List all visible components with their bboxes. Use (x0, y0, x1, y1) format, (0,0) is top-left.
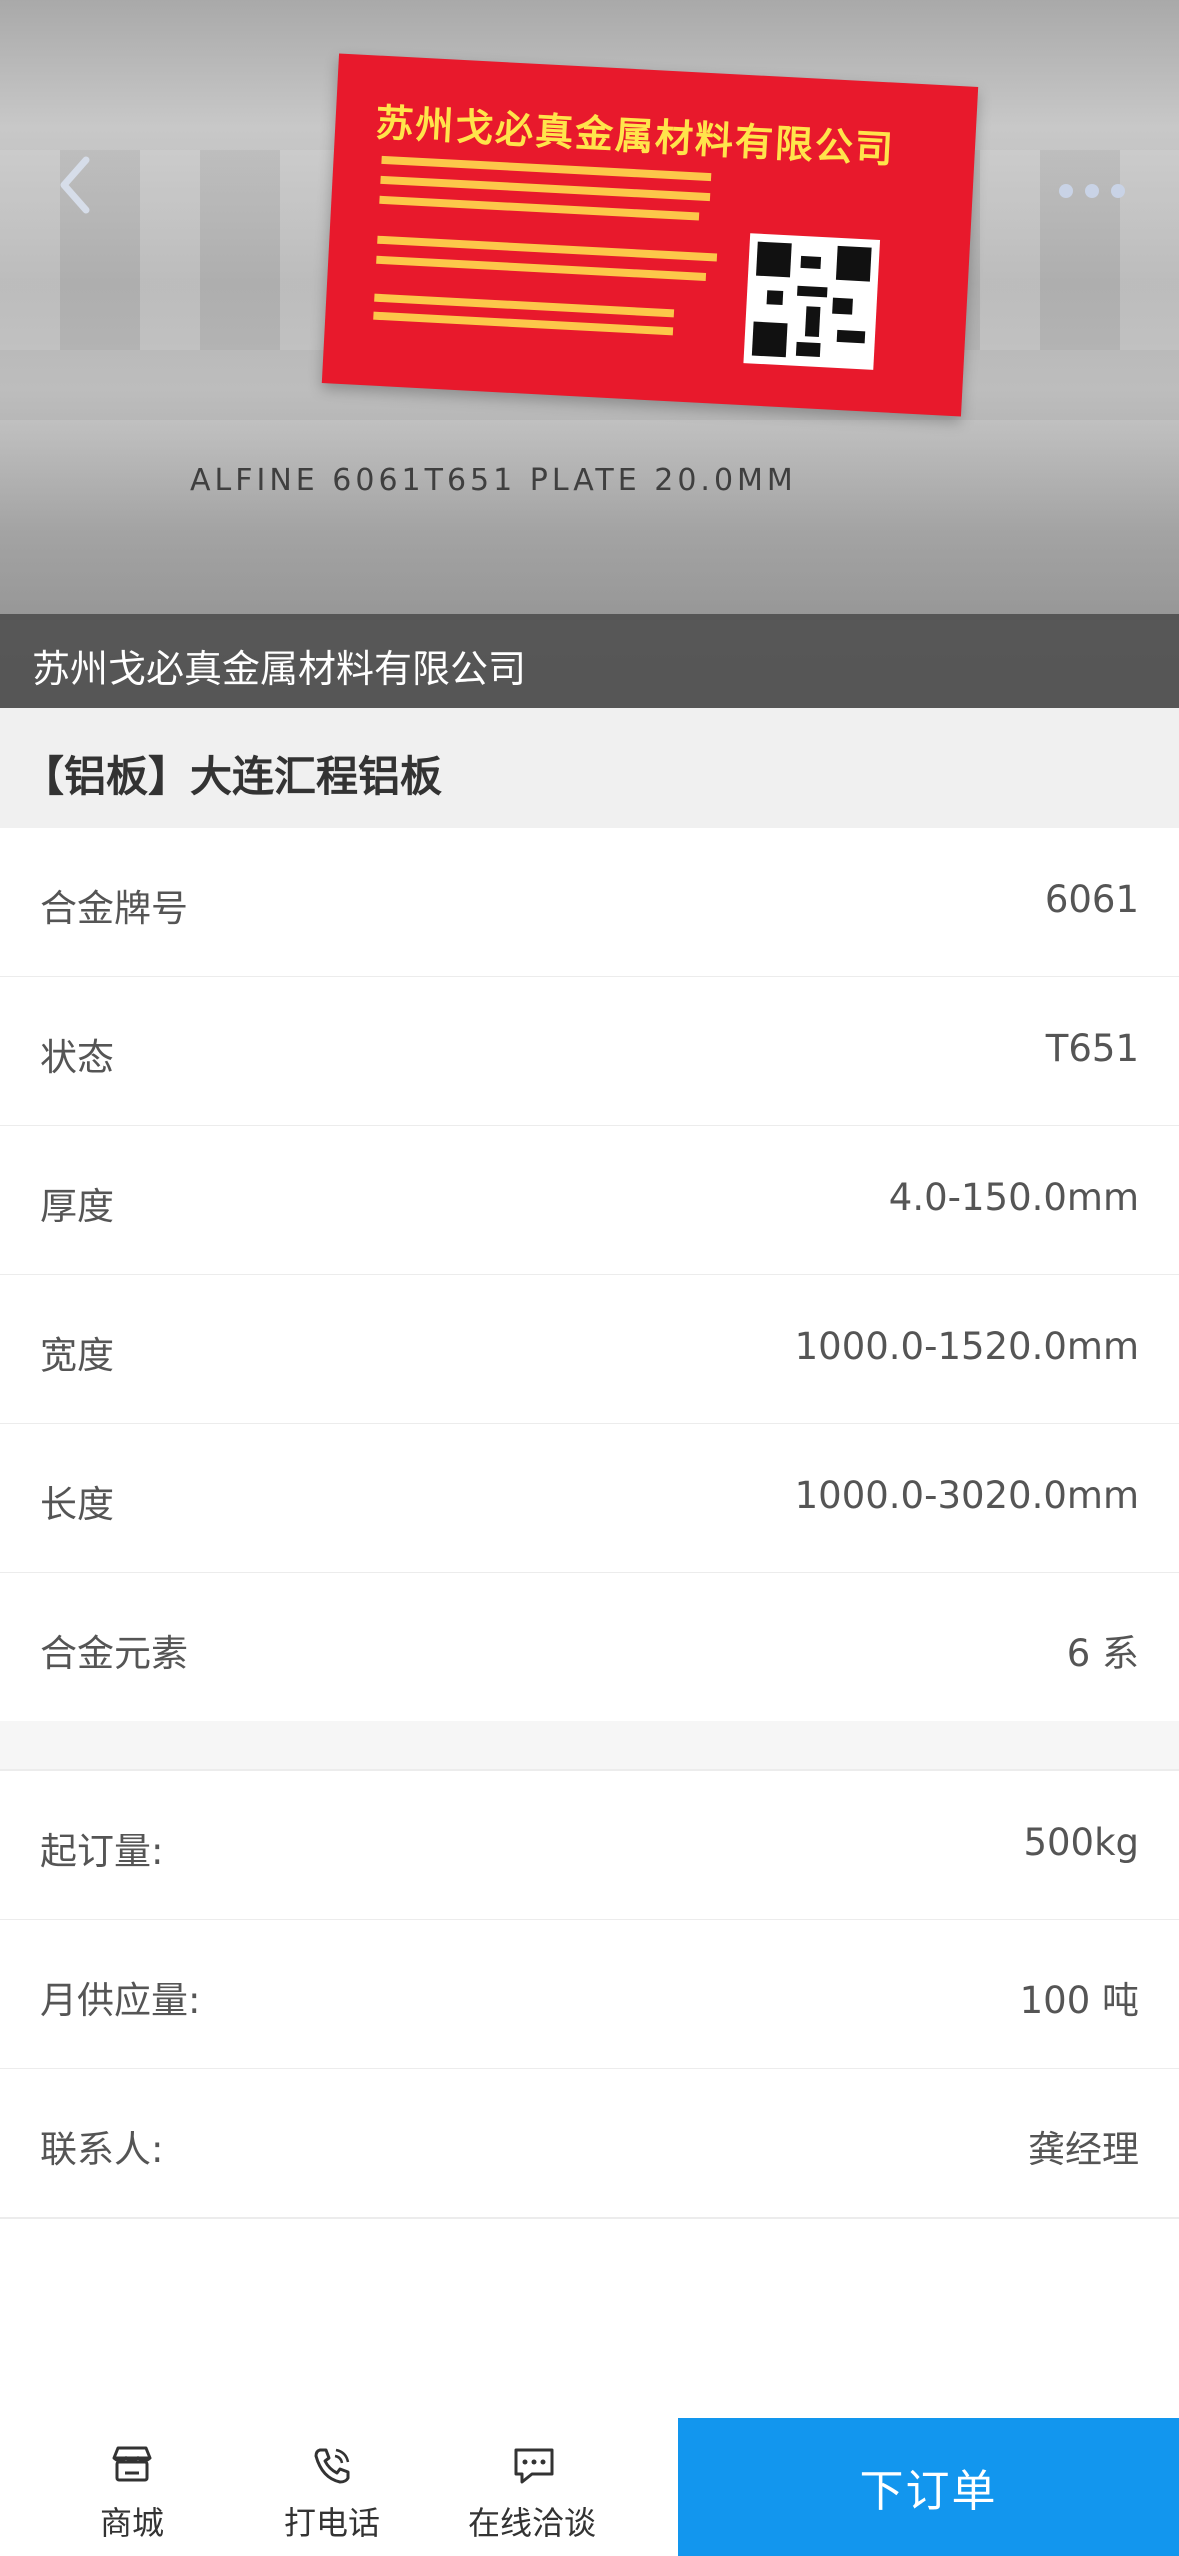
supply-row: 月供应量: 100 吨 (0, 1920, 1179, 2070)
spec-row: 长度 1000.0-3020.0mm (0, 1424, 1179, 1574)
tab-store-label: 商城 (99, 2504, 164, 2542)
card-text-line (380, 175, 711, 202)
spec-row: 状态 T651 (0, 977, 1179, 1127)
supply-value: 500kg (1023, 1821, 1139, 1864)
card-text-line (379, 195, 700, 221)
business-card: 苏州戈必真金属材料有限公司 (321, 53, 979, 417)
more-options-icon[interactable] (1055, 170, 1135, 210)
tab-chat[interactable]: 在线洽谈 (432, 2418, 632, 2556)
spec-label: 状态 (40, 1036, 114, 1079)
supply-value: 龚经理 (1028, 2128, 1139, 2171)
card-text-line (373, 311, 674, 336)
spec-row: 合金牌号 6061 (0, 828, 1179, 978)
spec-label: 宽度 (40, 1334, 114, 1377)
spec-value: T651 (1045, 1027, 1139, 1070)
product-photo: 苏州戈必真金属材料有限公司 ALFINE 6061T651 PLATE 20.0… (0, 0, 1179, 708)
spec-value: 1000.0-1520.0mm (794, 1325, 1139, 1368)
card-text-line (376, 255, 707, 281)
product-title: 【铝板】大连汇程铝板 (22, 752, 443, 801)
section-divider (0, 1721, 1179, 1771)
photo-shading (0, 420, 1179, 620)
spec-label: 合金牌号 (40, 887, 188, 930)
spec-label: 长度 (40, 1483, 114, 1526)
product-title-band: 【铝板】大连汇程铝板 (0, 708, 1179, 828)
place-order-button[interactable]: 下订单 (678, 2418, 1179, 2556)
spec-value: 4.0-150.0mm (888, 1176, 1139, 1219)
spec-row: 合金元素 6 系 (0, 1573, 1179, 1723)
photo-caption-bar: 苏州戈必真金属材料有限公司 (0, 614, 1179, 708)
tab-call-label: 打电话 (283, 2504, 380, 2542)
photo-caption: 苏州戈必真金属材料有限公司 (32, 647, 527, 691)
spec-label: 厚度 (40, 1185, 114, 1228)
supply-value: 100 吨 (1019, 1979, 1139, 2022)
supply-label: 月供应量: (40, 1979, 201, 2022)
tab-call[interactable]: 打电话 (232, 2418, 432, 2556)
tab-store[interactable]: 商城 (32, 2418, 232, 2556)
supply-row: 联系人: 龚经理 (0, 2069, 1179, 2219)
supply-label: 起订量: (40, 1830, 164, 1873)
spec-row: 宽度 1000.0-1520.0mm (0, 1275, 1179, 1425)
spec-row: 厚度 4.0-150.0mm (0, 1126, 1179, 1276)
phone-icon (314, 2448, 350, 2484)
store-icon (112, 2446, 152, 2482)
spec-value: 1000.0-3020.0mm (794, 1474, 1139, 1517)
supply-label: 联系人: (40, 2128, 164, 2171)
spec-value: 6 系 (1066, 1632, 1139, 1675)
back-icon[interactable] (50, 150, 110, 220)
tab-chat-label: 在线洽谈 (467, 2504, 596, 2542)
spec-value: 6061 (1044, 878, 1139, 921)
spec-label: 合金元素 (40, 1632, 188, 1675)
chat-icon (514, 2448, 554, 2484)
supply-row: 起订量: 500kg (0, 1771, 1179, 1921)
qr-code (743, 233, 881, 370)
engraved-plate-text: ALFINE 6061T651 PLATE 20.0MM (190, 463, 797, 498)
